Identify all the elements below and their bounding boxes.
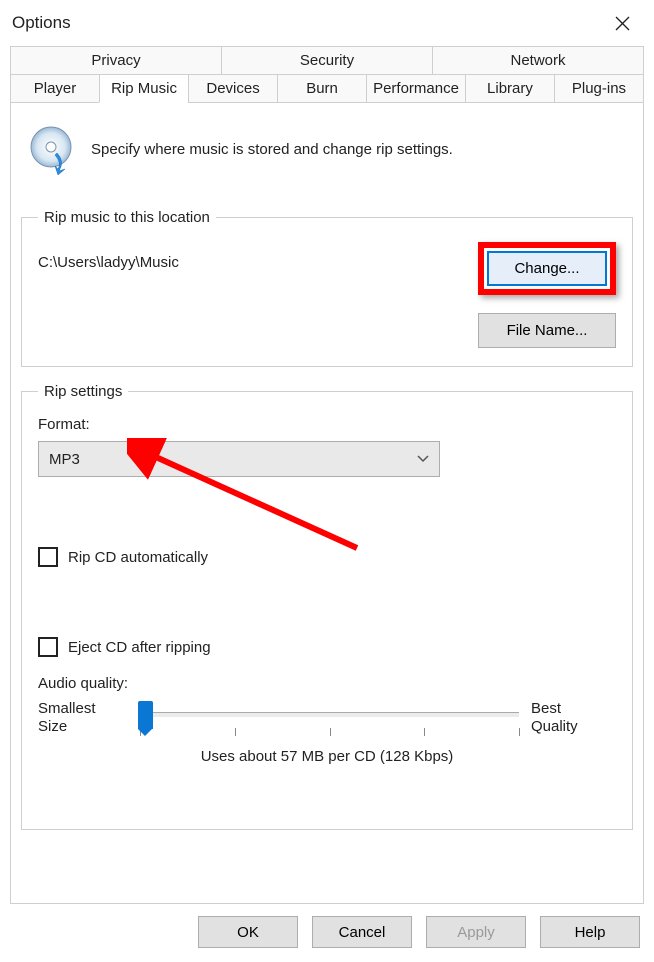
- tab-plugins[interactable]: Plug-ins: [554, 75, 643, 103]
- quality-note: Uses about 57 MB per CD (128 Kbps): [38, 748, 616, 765]
- chevron-down-icon: [417, 455, 429, 463]
- tab-library[interactable]: Library: [465, 75, 554, 103]
- tab-privacy[interactable]: Privacy: [11, 47, 221, 75]
- tab-strip: Privacy Security Network Player Rip Musi…: [0, 46, 654, 103]
- change-button[interactable]: Change...: [487, 251, 607, 286]
- intro-row: Specify where music is stored and change…: [21, 117, 633, 181]
- rip-location-legend: Rip music to this location: [38, 209, 216, 226]
- rip-auto-row: Rip CD automatically: [38, 547, 616, 567]
- close-icon: [615, 16, 630, 31]
- tab-security[interactable]: Security: [221, 47, 432, 75]
- audio-quality-label: Audio quality:: [38, 675, 616, 692]
- rip-location-group: Rip music to this location C:\Users\lady…: [21, 209, 633, 367]
- rip-auto-label: Rip CD automatically: [68, 549, 208, 566]
- title-bar: Options: [0, 0, 654, 46]
- tab-rip-music[interactable]: Rip Music: [99, 75, 188, 103]
- format-label: Format:: [38, 416, 616, 433]
- format-select[interactable]: MP3: [38, 441, 440, 477]
- rip-settings-group: Rip settings Format: MP3 Rip CD a: [21, 383, 633, 830]
- eject-label: Eject CD after ripping: [68, 639, 211, 656]
- tab-panel: Specify where music is stored and change…: [10, 103, 644, 904]
- rip-auto-checkbox[interactable]: [38, 547, 58, 567]
- slider-thumb[interactable]: [138, 701, 153, 729]
- cancel-button[interactable]: Cancel: [312, 916, 412, 948]
- window-title: Options: [12, 13, 602, 33]
- rip-settings-legend: Rip settings: [38, 383, 128, 400]
- rip-location-path: C:\Users\ladyy\Music: [38, 242, 478, 271]
- ok-button[interactable]: OK: [198, 916, 298, 948]
- eject-checkbox[interactable]: [38, 637, 58, 657]
- tab-network[interactable]: Network: [432, 47, 643, 75]
- quality-min-label: Smallest Size: [38, 700, 128, 736]
- format-select-value: MP3: [49, 451, 417, 468]
- audio-quality-slider[interactable]: [140, 700, 519, 740]
- apply-button[interactable]: Apply: [426, 916, 526, 948]
- cd-rip-icon: [25, 123, 77, 175]
- tab-performance[interactable]: Performance: [366, 75, 465, 103]
- help-button[interactable]: Help: [540, 916, 640, 948]
- close-button[interactable]: [602, 3, 642, 43]
- file-name-button[interactable]: File Name...: [478, 313, 616, 348]
- options-dialog: Options Privacy Security Network Player …: [0, 0, 654, 962]
- audio-quality-row: Smallest Size Best Quality: [38, 700, 616, 740]
- tab-burn[interactable]: Burn: [277, 75, 366, 103]
- intro-text: Specify where music is stored and change…: [91, 141, 453, 158]
- tab-devices[interactable]: Devices: [188, 75, 277, 103]
- quality-max-label: Best Quality: [531, 700, 616, 736]
- eject-row: Eject CD after ripping: [38, 637, 616, 657]
- tab-player[interactable]: Player: [11, 75, 99, 103]
- change-button-annotation: Change...: [478, 242, 616, 295]
- dialog-button-bar: OK Cancel Apply Help: [0, 904, 654, 962]
